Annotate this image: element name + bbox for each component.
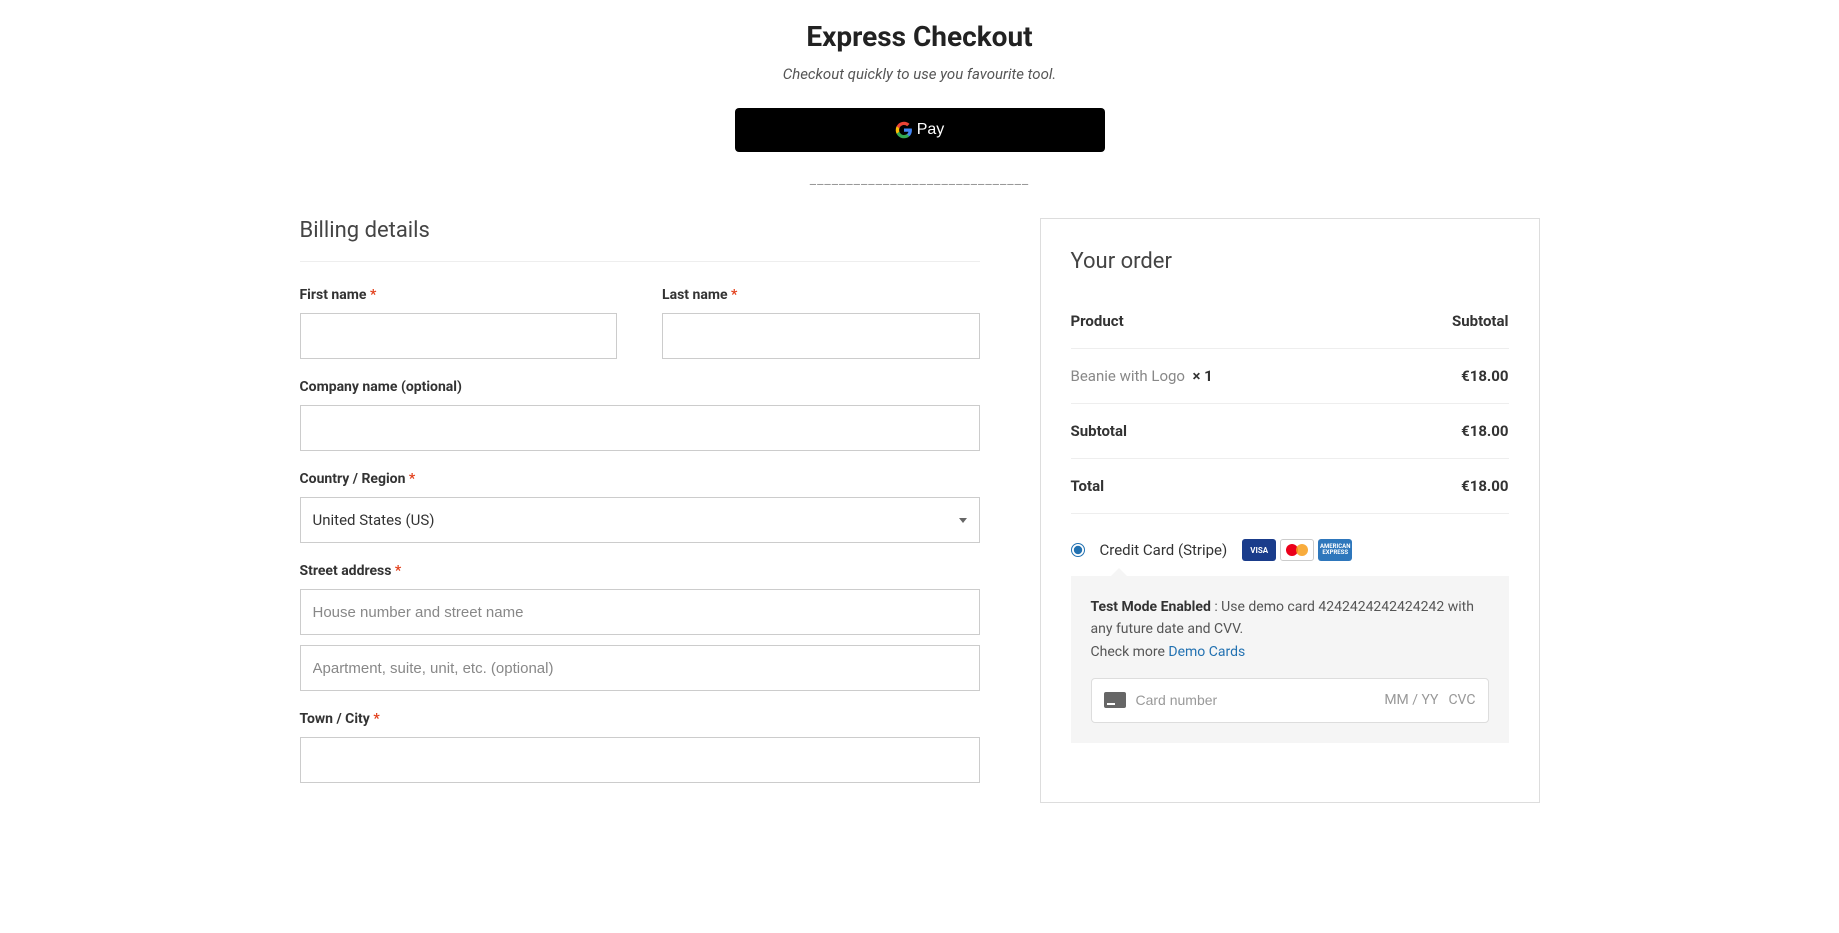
subtotal-header: Subtotal — [1452, 312, 1509, 330]
product-qty: × 1 — [1192, 367, 1212, 385]
gpay-button[interactable]: Pay — [735, 108, 1105, 152]
billing-heading: Billing details — [300, 218, 980, 262]
country-value: United States (US) — [313, 511, 435, 529]
city-input[interactable] — [300, 737, 980, 783]
mastercard-icon — [1280, 539, 1314, 561]
company-input[interactable] — [300, 405, 980, 451]
payment-method-label: Credit Card (Stripe) — [1100, 541, 1228, 559]
test-mode-label: Test Mode Enabled — [1091, 599, 1211, 615]
check-more-text: Check more — [1091, 644, 1169, 660]
last-name-input[interactable] — [662, 313, 980, 359]
express-checkout-header: Express Checkout Checkout quickly to use… — [280, 20, 1560, 188]
subtotal-value: €18.00 — [1461, 422, 1508, 440]
city-label: Town / City * — [300, 711, 980, 727]
card-icon — [1104, 692, 1126, 708]
express-title: Express Checkout — [280, 20, 1560, 53]
amex-icon: AMERICAN EXPRESS — [1318, 539, 1352, 561]
total-label: Total — [1071, 477, 1105, 495]
chevron-down-icon — [959, 518, 967, 523]
order-item-row: Beanie with Logo × 1 €18.00 — [1071, 349, 1509, 404]
payment-method-section: Credit Card (Stripe) VISA AMERICAN EXPRE… — [1071, 539, 1509, 743]
country-select[interactable]: United States (US) — [300, 497, 980, 543]
order-subtotal-row: Subtotal €18.00 — [1071, 404, 1509, 459]
first-name-label: First name * — [300, 287, 618, 303]
street-address-1-input[interactable] — [300, 589, 980, 635]
demo-cards-link[interactable]: Demo Cards — [1168, 644, 1245, 660]
last-name-label: Last name * — [662, 287, 980, 303]
product-name: Beanie with Logo — [1071, 367, 1186, 385]
street-label: Street address * — [300, 563, 980, 579]
gpay-icon — [895, 121, 913, 139]
billing-details-section: Billing details First name * Last name *… — [300, 218, 980, 803]
item-price: €18.00 — [1461, 367, 1508, 385]
card-number-input[interactable] — [1136, 692, 1375, 708]
order-total-row: Total €18.00 — [1071, 459, 1509, 514]
express-subtitle: Checkout quickly to use you favourite to… — [280, 65, 1560, 83]
card-logos: VISA AMERICAN EXPRESS — [1242, 539, 1352, 561]
order-heading: Your order — [1071, 249, 1509, 274]
street-address-2-input[interactable] — [300, 645, 980, 691]
country-label: Country / Region * — [300, 471, 980, 487]
card-input-container[interactable]: MM / YY CVC — [1091, 678, 1489, 722]
your-order-section: Your order Product Subtotal Beanie with … — [1040, 218, 1540, 803]
total-value: €18.00 — [1461, 477, 1508, 495]
visa-icon: VISA — [1242, 539, 1276, 561]
divider-line: ______________________________ — [280, 172, 1560, 188]
product-header: Product — [1071, 312, 1124, 330]
gpay-label: Pay — [917, 121, 945, 139]
subtotal-label: Subtotal — [1071, 422, 1128, 440]
credit-card-radio[interactable] — [1071, 543, 1085, 557]
card-cvc-placeholder: CVC — [1448, 689, 1475, 711]
first-name-input[interactable] — [300, 313, 618, 359]
company-label: Company name (optional) — [300, 379, 980, 395]
payment-info-box: Test Mode Enabled : Use demo card 424242… — [1071, 576, 1509, 743]
card-expiry-placeholder: MM / YY — [1384, 689, 1438, 711]
order-table-header: Product Subtotal — [1071, 294, 1509, 349]
